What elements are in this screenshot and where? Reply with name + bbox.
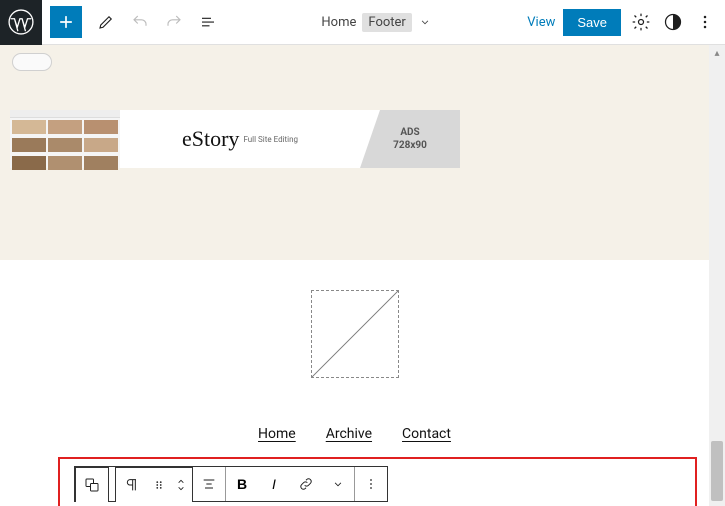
align-button[interactable]	[193, 467, 225, 501]
nav-link-archive[interactable]: Archive	[326, 426, 372, 442]
block-type-button[interactable]	[76, 468, 108, 502]
scroll-up-arrow[interactable]: ▴	[709, 45, 725, 61]
scrollbar[interactable]: ▴	[709, 45, 725, 506]
block-more-options[interactable]	[355, 467, 387, 501]
editor-top-bar: Home Footer View Save	[0, 0, 725, 45]
view-link[interactable]: View	[527, 15, 555, 30]
italic-button[interactable]: I	[258, 467, 290, 501]
footer-navigation: Home Archive Contact	[0, 426, 709, 442]
nav-link-home[interactable]: Home	[258, 426, 296, 442]
ad-size-dims: 728x90	[393, 140, 427, 151]
more-options-button[interactable]	[693, 10, 717, 34]
add-block-button[interactable]	[50, 6, 82, 38]
nav-link-contact[interactable]: Contact	[402, 426, 451, 442]
move-arrows[interactable]	[170, 468, 192, 502]
ad-size-badge: ADS 728x90	[360, 110, 460, 168]
link-button[interactable]	[290, 467, 322, 501]
ad-text: eStory Full Site Editing	[120, 110, 360, 168]
redo-button[interactable]	[158, 6, 190, 38]
top-bar-actions: View Save	[527, 9, 717, 36]
list-view-button[interactable]	[192, 6, 224, 38]
ad-brand: eStory	[182, 126, 239, 152]
ad-size-label: ADS	[400, 127, 419, 138]
settings-button[interactable]	[629, 10, 653, 34]
ad-thumbnails	[10, 110, 120, 168]
block-toolbar: B I	[74, 466, 388, 502]
more-formatting-button[interactable]	[322, 467, 354, 501]
ad-tagline: Full Site Editing	[243, 135, 298, 144]
drag-handle[interactable]	[148, 468, 170, 502]
scrollbar-thumb[interactable]	[711, 441, 723, 501]
wordpress-logo[interactable]	[0, 0, 42, 45]
protected-badge	[12, 53, 52, 71]
paragraph-button[interactable]	[116, 468, 148, 502]
save-button[interactable]: Save	[563, 9, 621, 36]
styles-button[interactable]	[661, 10, 685, 34]
breadcrumb-current[interactable]: Footer	[362, 13, 411, 32]
footer-template-area: Home Archive Contact	[0, 260, 709, 506]
breadcrumb-home[interactable]: Home	[321, 15, 356, 30]
ad-banner-block[interactable]: eStory Full Site Editing ADS 728x90	[10, 110, 460, 168]
bold-button[interactable]: B	[226, 467, 258, 501]
breadcrumb: Home Footer	[226, 13, 527, 32]
editor-canvas: eStory Full Site Editing ADS 728x90 Home…	[0, 45, 725, 506]
image-placeholder[interactable]	[311, 290, 399, 378]
undo-button[interactable]	[124, 6, 156, 38]
edit-tool-button[interactable]	[90, 6, 122, 38]
chevron-down-icon[interactable]	[418, 15, 432, 29]
